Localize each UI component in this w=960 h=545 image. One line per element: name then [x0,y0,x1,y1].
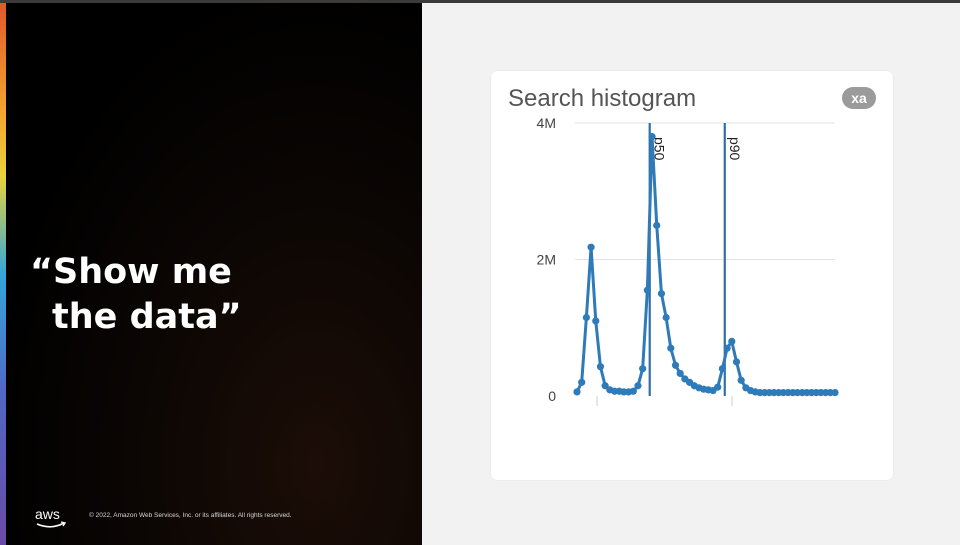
data-point [714,383,722,391]
data-point [596,363,605,371]
y-tick-label: 4M [537,115,556,131]
y-tick-label: 2M [537,252,556,268]
data-point [728,337,736,345]
data-point [629,387,637,395]
data-point [582,313,590,322]
data-point [592,317,600,325]
data-point [671,361,680,369]
data-point [831,388,839,397]
search-histogram-chart: 02M4Mp50 p90 [537,115,839,406]
data-point [648,133,656,141]
series-line [575,135,835,395]
data-point [667,344,675,352]
data-point [732,358,741,366]
data-point [723,344,731,352]
data-point [718,365,727,373]
data-point [639,365,647,373]
data-point [643,286,651,294]
y-tick-label: 0 [548,388,556,404]
data-point [578,378,586,386]
slide-frame: “Show me the data” aws © 2022, Amazon We… [0,0,960,545]
data-point [737,376,745,384]
data-point [657,290,666,298]
data-point [634,382,642,390]
data-point [676,369,684,378]
data-point [653,221,661,229]
data-point [587,243,595,251]
data-point [573,388,581,396]
marker-label-p90: p90 [727,137,743,161]
data-point [662,313,670,322]
